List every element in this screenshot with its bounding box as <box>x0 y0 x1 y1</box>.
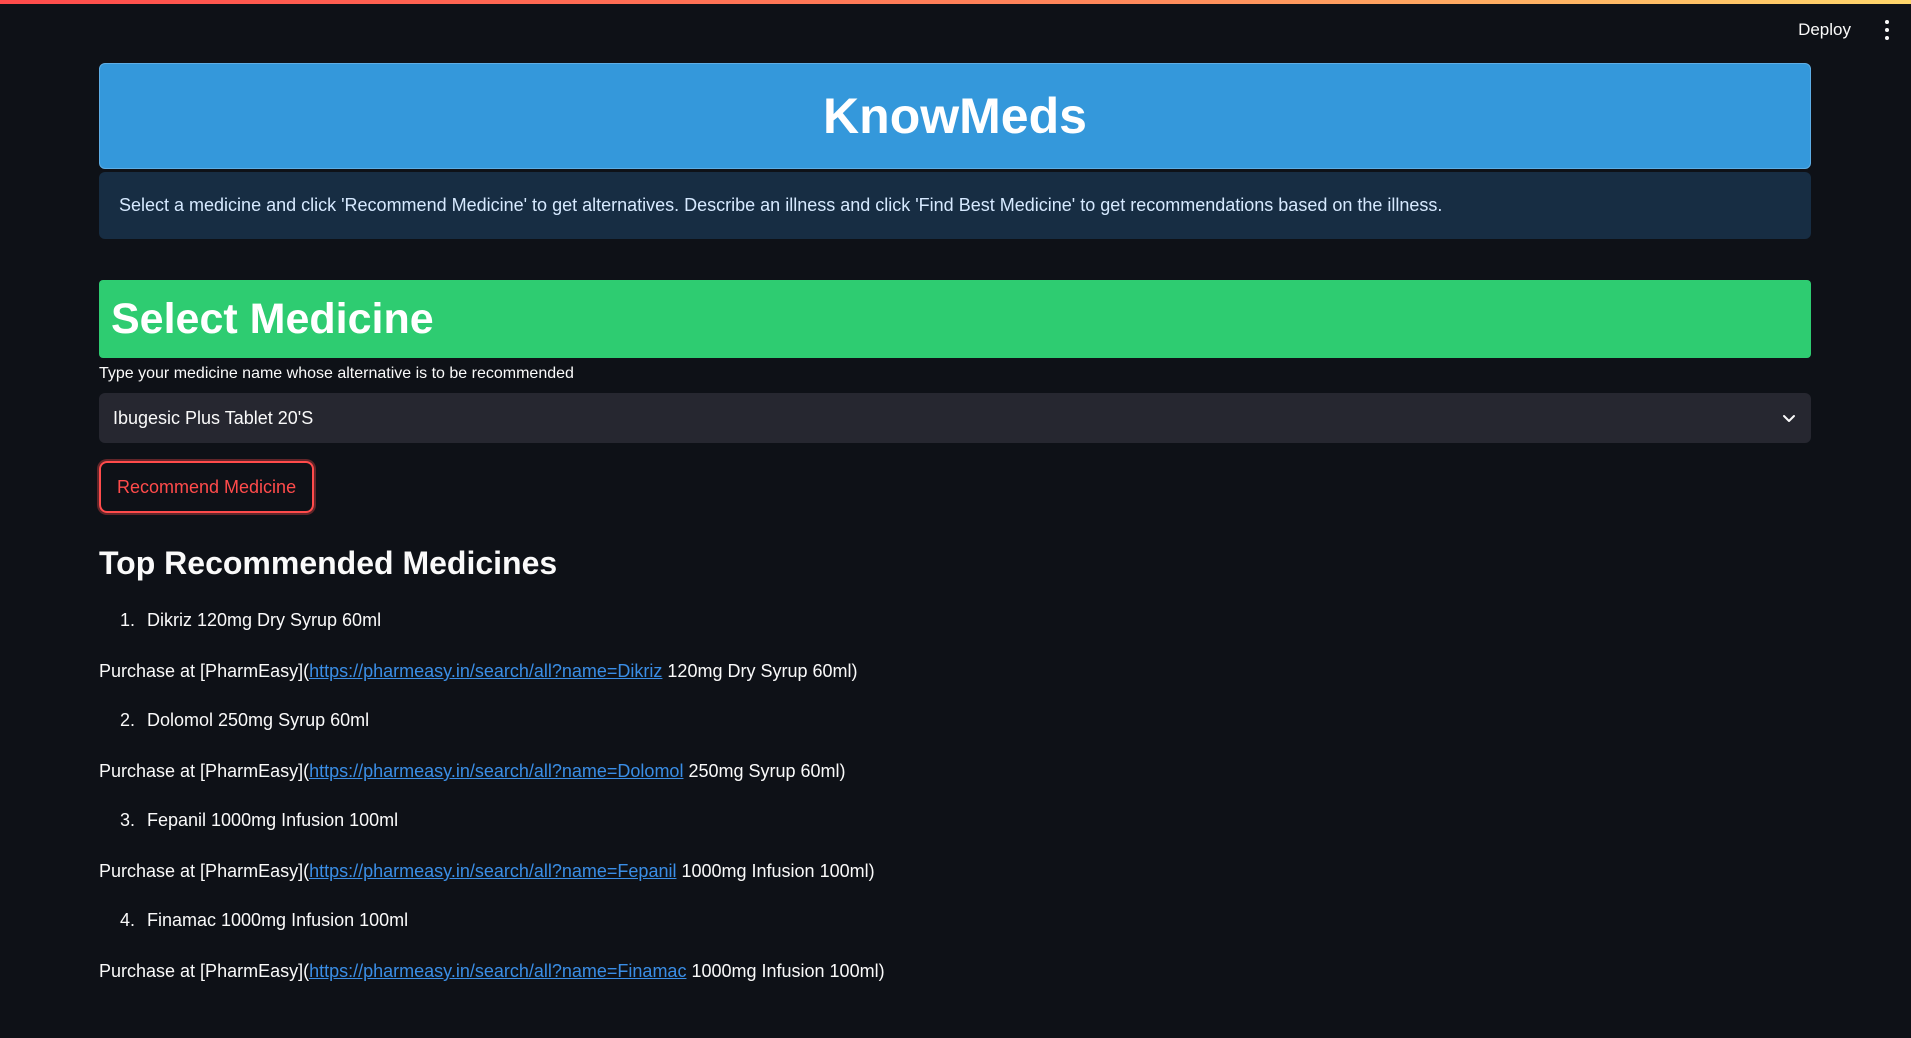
list-item: 2. Dolomol 250mg Syrup 60ml <box>99 710 1811 731</box>
deploy-button[interactable]: Deploy <box>1788 14 1861 46</box>
purchase-prefix: Purchase at [PharmEasy]( <box>99 661 310 681</box>
menu-dot <box>1885 36 1889 40</box>
recommend-medicine-button[interactable]: Recommend Medicine <box>99 461 315 513</box>
pharmeasy-link[interactable]: https://pharmeasy.in/search/all?name=Dik… <box>309 661 662 681</box>
app-toolbar: Deploy <box>1788 14 1899 46</box>
medicine-select-label: Type your medicine name whose alternativ… <box>99 365 574 382</box>
purchase-line: Purchase at [PharmEasy](https://pharmeas… <box>99 761 1811 782</box>
purchase-suffix: 1000mg Infusion 100ml) <box>676 861 875 881</box>
item-number: 1. <box>119 610 135 630</box>
purchase-suffix: 250mg Syrup 60ml) <box>683 761 846 781</box>
medicine-select-value: Ibugesic Plus Tablet 20'S <box>113 407 314 428</box>
purchase-prefix: Purchase at [PharmEasy]( <box>99 861 310 881</box>
pharmeasy-link[interactable]: https://pharmeasy.in/search/all?name=Fep… <box>309 861 676 881</box>
medicine-select[interactable]: Ibugesic Plus Tablet 20'S <box>99 393 1811 443</box>
app-title: KnowMeds <box>823 88 1087 144</box>
app-title-banner: KnowMeds <box>99 63 1811 169</box>
purchase-line: Purchase at [PharmEasy](https://pharmeas… <box>99 661 1811 682</box>
info-text: Select a medicine and click 'Recommend M… <box>119 195 1443 215</box>
select-medicine-header: Select Medicine <box>99 280 1811 358</box>
item-number: 4. <box>119 910 135 930</box>
menu-dot <box>1885 20 1889 24</box>
purchase-line: Purchase at [PharmEasy](https://pharmeas… <box>99 861 1811 882</box>
purchase-prefix: Purchase at [PharmEasy]( <box>99 961 310 981</box>
item-number: 2. <box>119 710 135 730</box>
results-list: 1. Dikriz 120mg Dry Syrup 60ml Purchase … <box>99 610 1811 982</box>
medicine-name: Dikriz 120mg Dry Syrup 60ml <box>147 610 382 630</box>
chevron-down-icon[interactable] <box>1781 410 1797 426</box>
info-box: Select a medicine and click 'Recommend M… <box>99 172 1811 239</box>
kebab-menu-icon[interactable] <box>1875 14 1899 46</box>
list-item: 3. Fepanil 1000mg Infusion 100ml <box>99 810 1811 831</box>
pharmeasy-link[interactable]: https://pharmeasy.in/search/all?name=Dol… <box>309 761 683 781</box>
list-item: 4. Finamac 1000mg Infusion 100ml <box>99 910 1811 931</box>
medicine-name: Fepanil 1000mg Infusion 100ml <box>147 810 399 830</box>
top-decoration-stripe <box>0 0 1911 4</box>
medicine-name: Dolomol 250mg Syrup 60ml <box>147 710 370 730</box>
main-content: KnowMeds Select a medicine and click 'Re… <box>99 63 1811 982</box>
purchase-suffix: 1000mg Infusion 100ml) <box>686 961 885 981</box>
medicine-name: Finamac 1000mg Infusion 100ml <box>147 910 409 930</box>
menu-dot <box>1885 28 1889 32</box>
purchase-prefix: Purchase at [PharmEasy]( <box>99 761 310 781</box>
pharmeasy-link[interactable]: https://pharmeasy.in/search/all?name=Fin… <box>309 961 686 981</box>
section-title: Select Medicine <box>111 294 434 343</box>
results-title: Top Recommended Medicines <box>99 545 558 581</box>
list-item: 1. Dikriz 120mg Dry Syrup 60ml <box>99 610 1811 631</box>
item-number: 3. <box>119 810 135 830</box>
purchase-line: Purchase at [PharmEasy](https://pharmeas… <box>99 961 1811 982</box>
purchase-suffix: 120mg Dry Syrup 60ml) <box>662 661 858 681</box>
